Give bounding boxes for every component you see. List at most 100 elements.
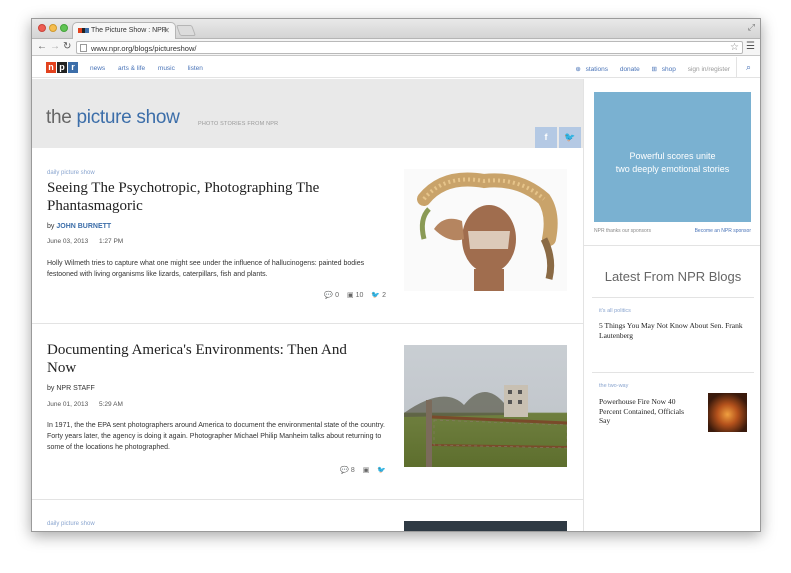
tab-close-icon[interactable]: ✕ (163, 26, 170, 35)
byline-by: by (47, 223, 55, 230)
byline-by: by (47, 385, 55, 392)
utility-nav: ⊕ stations donate ⊞ shop sign in/registe… (575, 65, 730, 73)
ad-note: NPR thanks our sponsors Become an NPR sp… (594, 228, 751, 234)
ad-text-line-1: Powerful scores unite (629, 151, 716, 161)
comment-icon[interactable]: 💬 (340, 467, 349, 474)
close-window-button[interactable] (38, 24, 46, 32)
facebook-icon[interactable]: ▣ (347, 292, 354, 299)
twitter-icon[interactable]: 🐦 (371, 292, 380, 299)
page-icon (80, 44, 87, 52)
sponsor-ad[interactable]: Powerful scores unite two deeply emotion… (594, 92, 751, 222)
tab-strip: The Picture Show : NPR ✕ ⤢ (32, 19, 760, 39)
comment-count: 0 (335, 292, 340, 299)
zoom-window-button[interactable] (60, 24, 68, 32)
npr-logo[interactable]: n p r (46, 62, 79, 73)
story-kicker[interactable]: daily picture show (47, 170, 95, 176)
nav-news[interactable]: news (90, 65, 105, 72)
menu-icon[interactable]: ☰ (746, 41, 755, 52)
sidebar-divider (584, 245, 760, 246)
npr-logo-n: n (46, 62, 56, 73)
reload-icon[interactable]: ↻ (63, 41, 71, 53)
story-item: daily picture show Seeing The Psychotrop… (32, 149, 583, 324)
building-fence-illustration (404, 385, 567, 467)
npr-logo-p: p (57, 62, 67, 73)
story-item: daily picture show (32, 501, 583, 531)
story-photo-environment[interactable] (404, 345, 567, 467)
sponsor-thanks: NPR thanks our sponsors (594, 228, 651, 234)
npr-favicon-icon (78, 28, 90, 33)
url-text: www.npr.org/blogs/pictureshow/ (91, 44, 197, 53)
facebook-icon[interactable]: ▣ (363, 467, 370, 474)
antenna-icon: ⊕ (575, 66, 581, 73)
comment-icon[interactable]: 💬 (324, 292, 333, 299)
npr-nav-bar: n p r news arts & life music listen ⊕ st… (32, 57, 760, 78)
sidebar-rule (592, 297, 754, 298)
share-counts: 💬 8 ▣ 🐦 (334, 466, 386, 474)
blog-title-prefix: the (46, 107, 72, 128)
primary-nav: news arts & life music listen (90, 65, 214, 72)
story-teaser: In 1971, the the EPA sent photographers … (47, 422, 385, 451)
minimize-window-button[interactable] (49, 24, 57, 32)
twitter-share-button[interactable]: 🐦 (559, 127, 581, 148)
cart-icon: ⊞ (651, 66, 657, 73)
browser-tab[interactable]: The Picture Show : NPR ✕ (72, 22, 176, 39)
donate-link[interactable]: donate (620, 66, 640, 73)
blog-subtitle: PHOTO STORIES FROM NPR (198, 121, 279, 127)
story-photo[interactable] (404, 521, 567, 531)
story-time: 1:27 PM (99, 238, 124, 245)
story-dateline: June 01, 2013 5:29 AM (47, 401, 132, 408)
forward-arrow-icon[interactable]: → (50, 41, 60, 53)
latest-blogs-heading: Latest From NPR Blogs (604, 269, 742, 284)
new-tab-button[interactable] (175, 25, 197, 36)
facebook-count: 10 (355, 292, 364, 299)
nav-listen[interactable]: listen (188, 65, 203, 72)
story-date: June 03, 2013 (47, 238, 89, 245)
author-name[interactable]: NPR STAFF (56, 385, 94, 392)
sidebar-post-headline[interactable]: Powerhouse Fire Now 40 Percent Contained… (599, 397, 694, 426)
nav-arts-life[interactable]: arts & life (118, 65, 145, 72)
fire-thumbnail[interactable] (708, 393, 747, 432)
twitter-icon[interactable]: 🐦 (377, 467, 386, 474)
shop-link[interactable]: shop (662, 66, 676, 73)
npr-logo-r: r (68, 62, 78, 73)
story-kicker[interactable]: daily picture show (47, 521, 95, 527)
iguana-portrait-illustration (417, 172, 558, 291)
ad-text-line-2: two deeply emotional stories (615, 164, 730, 174)
back-arrow-icon[interactable]: ← (37, 41, 47, 53)
sidebar-post-headline[interactable]: 5 Things You May Not Know About Sen. Fra… (599, 321, 749, 340)
sidebar-post-kicker[interactable]: it's all politics (599, 308, 631, 314)
blog-title-main: picture show (76, 107, 180, 128)
blog-title[interactable]: the picture show (46, 107, 180, 129)
story-photo-iguana[interactable] (404, 169, 567, 291)
share-counts: 💬 0 ▣ 10 🐦 2 (318, 291, 386, 299)
story-dateline: June 03, 2013 1:27 PM (47, 238, 132, 245)
bookmark-star-icon[interactable]: ☆ (730, 42, 739, 53)
browser-window: The Picture Show : NPR ✕ ⤢ ← → ↻ www.npr… (31, 18, 761, 532)
story-date: June 01, 2013 (47, 401, 89, 408)
facebook-share-button[interactable]: f (535, 127, 557, 148)
story-time: 5:29 AM (99, 401, 123, 408)
column-divider (583, 79, 584, 531)
twitter-count: 2 (382, 292, 386, 299)
nav-music[interactable]: music (158, 65, 175, 72)
story-headline[interactable]: Documenting America's Environments: Then… (47, 341, 377, 377)
story-byline: by JOHN BURNETT (47, 223, 111, 230)
story-byline: by NPR STAFF (47, 385, 95, 392)
web-page: n p r news arts & life music listen ⊕ st… (32, 57, 760, 531)
search-icon[interactable]: ⌕ (736, 57, 760, 78)
sidebar-post-kicker[interactable]: the two-way (599, 383, 628, 389)
browser-toolbar: ← → ↻ www.npr.org/blogs/pictureshow/ ☆ ☰ (32, 39, 760, 56)
stations-link[interactable]: stations (586, 66, 608, 73)
comment-count: 8 (350, 467, 355, 474)
tab-title: The Picture Show : NPR (91, 27, 167, 34)
address-bar[interactable]: www.npr.org/blogs/pictureshow/ ☆ (76, 41, 743, 54)
story-item: Documenting America's Environments: Then… (32, 325, 583, 500)
fullscreen-icon[interactable]: ⤢ (748, 22, 755, 33)
become-sponsor-link[interactable]: Become an NPR sponsor (695, 228, 751, 234)
blog-header: the picture show PHOTO STORIES FROM NPR … (32, 79, 583, 148)
story-headline[interactable]: Seeing The Psychotropic, Photographing T… (47, 179, 377, 215)
story-teaser: Holly Wilmeth tries to capture what one … (47, 260, 365, 278)
sign-in-link[interactable]: sign in/register (688, 66, 730, 73)
author-link[interactable]: JOHN BURNETT (56, 223, 111, 230)
sidebar-rule (592, 372, 754, 373)
